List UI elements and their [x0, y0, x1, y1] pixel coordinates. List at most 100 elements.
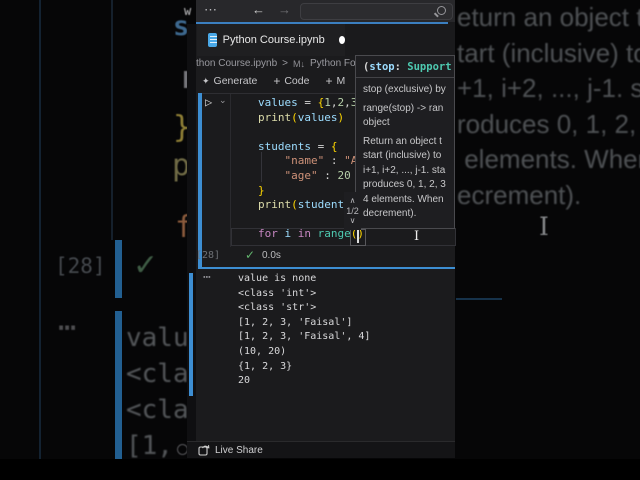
- live-share-button[interactable]: Live Share: [215, 445, 263, 456]
- code-token: ): [337, 110, 345, 124]
- code-line[interactable]: print(values): [258, 111, 364, 126]
- bg-tooltip-line: elements. Wher: [457, 144, 640, 175]
- bg-indent-guide-1: [39, 0, 41, 459]
- chevron-down-icon[interactable]: ∨: [350, 216, 356, 226]
- output-line: <class 'str'>: [238, 302, 317, 314]
- tooltip-paragraph: stop (exclusive) by: [363, 83, 454, 98]
- execution-count: [28]: [196, 250, 221, 261]
- bg-tooltip-line: eturn an object t: [457, 2, 640, 32]
- code-token: =: [310, 139, 331, 153]
- signature-token: Support: [407, 61, 452, 73]
- run-cell-button[interactable]: ▷: [205, 95, 212, 109]
- tab-title: Python Course.ipynb: [222, 34, 325, 46]
- breadcrumb-section[interactable]: Python Fo: [310, 58, 356, 69]
- tooltip-line: stop (exclusive) by: [363, 84, 446, 95]
- tooltip-paragraph: Return an object t start (inclusive) to i+…: [363, 135, 454, 222]
- tab-python-course[interactable]: Python Course.ipynb: [197, 24, 345, 56]
- bg-tooltip-line: tart (inclusive) to: [457, 37, 640, 68]
- live-share-icon: [198, 444, 210, 456]
- bg-collapse-dots: ⋯: [58, 310, 77, 345]
- code-token: print: [258, 110, 292, 124]
- cell-output: value is none <class 'int'> <class 'str'> […: [238, 272, 370, 389]
- code-token: (: [291, 198, 298, 212]
- output-line: value is none: [238, 273, 317, 284]
- success-check-icon: ✓: [245, 248, 256, 262]
- output-line: 20: [238, 375, 251, 387]
- output-line: <class 'int'>: [238, 287, 317, 299]
- markdown-icon: M↓: [293, 58, 306, 69]
- collapse-output-button[interactable]: ⋯: [203, 270, 211, 285]
- execution-time: 0.0s: [262, 250, 281, 261]
- output-line: {1, 2, 3}: [238, 360, 293, 372]
- code-token: 20: [337, 168, 351, 182]
- forward-button[interactable]: →: [278, 3, 291, 16]
- code-token: in: [297, 227, 311, 241]
- add-markdown-label: M: [336, 75, 346, 87]
- output-line: [1, 2, 3, 'Faisal', 4]: [238, 331, 371, 343]
- breadcrumb-file[interactable]: thon Course.ipynb: [196, 58, 277, 69]
- code-line[interactable]: "name" : "A: [258, 154, 364, 169]
- code-token: ,: [344, 96, 351, 109]
- unsaved-changes-dot[interactable]: [338, 36, 345, 44]
- status-bar: Live Share: [187, 441, 455, 458]
- notebook-icon: [208, 33, 217, 47]
- bg-exec-count: [28]: [55, 254, 106, 278]
- code-token: {: [330, 139, 338, 153]
- run-options-chevron-icon[interactable]: ⌄: [219, 95, 227, 106]
- generate-button[interactable]: ✦ Generate: [202, 75, 257, 87]
- output-line: (10, 20): [238, 345, 287, 357]
- plus-icon: +: [273, 74, 281, 88]
- add-code-button[interactable]: + Code: [273, 74, 309, 88]
- bg-tooltip-text: eturn an object t tart (inclusive) to +1, …: [457, 2, 640, 216]
- tooltip-line: i+1, i+2, ..., j-1. sta: [363, 164, 446, 176]
- command-center-search[interactable]: [300, 3, 453, 20]
- bg-cell-bar-segment: [115, 240, 122, 298]
- code-token: (: [291, 110, 298, 124]
- code-line[interactable]: "age" : 20: [258, 169, 364, 184]
- notebook-toolbar: ✦ Generate + Code + M: [202, 74, 345, 88]
- code-token: values: [258, 96, 298, 109]
- sparkle-icon: ✦: [202, 75, 210, 86]
- bg-indent-guide-2: [111, 0, 113, 240]
- tooltip-docs: stop (exclusive) by range(stop) -> ran obj…: [356, 78, 454, 222]
- output-focus-bar: [189, 273, 193, 396]
- tooltip-paragraph: range(stop) -> ran object: [363, 102, 454, 131]
- plus-icon: +: [325, 74, 333, 88]
- chevron-up-icon[interactable]: ∧: [350, 196, 356, 206]
- code-token: =: [297, 96, 318, 109]
- code-token: for: [258, 227, 278, 241]
- focused-cell-bar: [198, 93, 202, 269]
- code-token: "name": [284, 154, 325, 168]
- back-button[interactable]: ←: [252, 3, 265, 16]
- text-caret: [357, 230, 359, 243]
- code-token: print: [258, 198, 292, 212]
- search-icon: [437, 6, 446, 15]
- code-token: values: [297, 110, 338, 124]
- code-token: :: [317, 168, 338, 182]
- breadcrumb: thon Course.ipynb > M↓ Python Fo: [196, 58, 356, 69]
- bg-ibeam-cursor: I: [539, 212, 549, 241]
- bg-tooltip-line: ecrement).: [457, 179, 582, 210]
- code-line[interactable]: [258, 125, 364, 140]
- bg-check-icon: ✓: [133, 249, 159, 282]
- tooltip-line: object: [363, 117, 390, 128]
- code-line[interactable]: students = {: [258, 140, 364, 155]
- code-line[interactable]: values = {1,2,3: [258, 96, 364, 111]
- bg-tooltip-line: +1, i+2, ..., j-1. sta: [457, 73, 640, 104]
- bg-blue-line-fragment: [456, 298, 502, 300]
- video-frame: w s } p f [28] ✓ ⋯ value<clas<clas[1, 2[…: [0, 0, 640, 480]
- tooltip-line: range(stop) -> ran: [363, 102, 444, 114]
- output-line: [1, 2, 3, 'Faisal']: [238, 316, 353, 328]
- tooltip-line: start (inclusive) to: [363, 150, 442, 161]
- overload-pager: ∧ 1/2 ∨: [344, 192, 361, 230]
- more-actions-button[interactable]: ⋯: [204, 3, 217, 16]
- cell-bottom-border: [202, 267, 455, 269]
- tooltip-line: produces 0, 1, 2, 3: [363, 179, 446, 190]
- add-markdown-button[interactable]: + M: [325, 74, 345, 88]
- mouse-ibeam-cursor: I: [414, 229, 420, 244]
